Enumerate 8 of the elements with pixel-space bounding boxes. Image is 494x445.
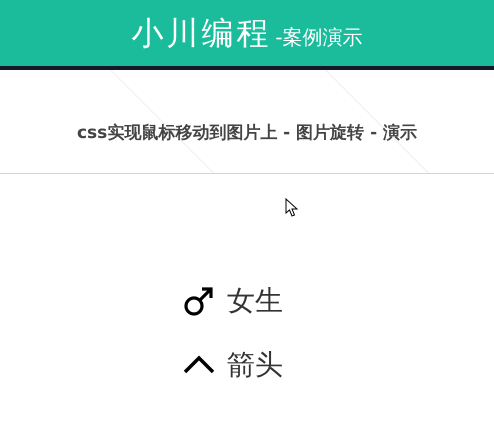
site-logo-text[interactable]: 小川编程 <box>131 9 272 57</box>
chevron-up-icon <box>183 355 215 375</box>
item-label: 箭头 <box>227 347 283 383</box>
header-subtitle: -案例演示 <box>275 24 363 51</box>
page-title: css实现鼠标移动到图片上 - 图片旋转 - 演示 <box>76 122 418 145</box>
male-symbol-icon <box>183 285 215 317</box>
mouse-cursor-icon <box>285 198 298 218</box>
item-label: 女生 <box>227 283 283 319</box>
